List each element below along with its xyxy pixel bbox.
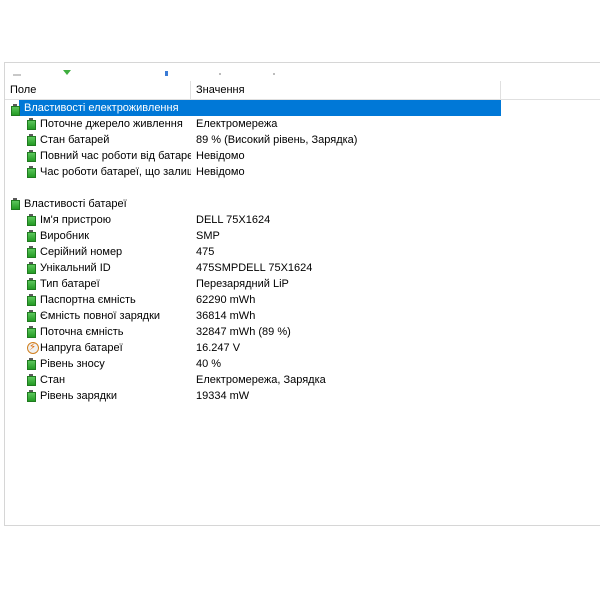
field-cell: Час роботи батареї, що залиш... [5,164,191,180]
field-cell: Рівень зносу [5,356,191,372]
value-cell: 62290 mWh [196,294,256,306]
field-cell: Серійний номер [5,244,191,260]
value-cell: Невідомо [196,150,245,162]
toolbar-dot [219,73,221,75]
field-cell: Стан батарей [5,132,191,148]
property-row[interactable]: Унікальний ID 475SMPDELL 75X1624 [5,260,600,276]
field-label: Серійний номер [40,246,123,258]
section-header-cell: Властивості батареї [5,196,191,212]
field-label: Унікальний ID [40,262,111,274]
property-row[interactable]: Серійний номер 475 [5,244,600,260]
section-header[interactable]: Властивості електроживлення [5,100,600,116]
battery-icon [27,278,36,290]
field-label: Рівень зносу [40,358,105,370]
field-label: Поточна ємність [40,326,124,338]
value-cell: 19334 mW [196,390,250,402]
column-header: Поле Значення [5,81,600,100]
property-row[interactable]: Тип батареї Перезарядний LiP [5,276,600,292]
value-cell: 32847 mWh (89 %) [196,326,291,338]
property-row[interactable]: Повний час роботи від батареї Невідомо [5,148,600,164]
field-cell: Тип батареї [5,276,191,292]
toolbar-strip [5,63,600,81]
battery-icon [27,262,36,274]
value-cell: Невідомо [196,166,245,178]
property-row[interactable]: Паспортна ємність 62290 mWh [5,292,600,308]
value-cell: Електромережа [196,118,278,130]
value-cell: 89 % (Високий рівень, Зарядка) [196,134,358,146]
property-row[interactable]: Рівень зносу 40 % [5,356,600,372]
value-cell: 475 [196,246,215,258]
blue-marker-icon[interactable] [165,71,168,76]
field-cell: Стан [5,372,191,388]
battery-icon [27,166,36,178]
field-cell: Виробник [5,228,191,244]
value-cell: 16.247 V [196,342,241,354]
battery-icon [27,118,36,130]
property-row[interactable]: Поточна ємність 32847 mWh (89 %) [5,324,600,340]
battery-icon [27,326,36,338]
field-label: Виробник [40,230,90,242]
field-label: Тип батареї [40,278,100,290]
value-cell: Електромережа, Зарядка [196,374,326,386]
value-cell: Перезарядний LiP [196,278,289,290]
field-label: Час роботи батареї, що залиш... [40,166,191,178]
property-row[interactable]: Стан Електромережа, Зарядка [5,372,600,388]
value-cell: 40 % [196,358,222,370]
field-cell: Паспортна ємність [5,292,191,308]
property-row[interactable]: Ємність повної зарядки 36814 mWh [5,308,600,324]
property-row[interactable]: Напруга батареї 16.247 V [5,340,600,356]
battery-icon [27,214,36,226]
voltage-icon [27,340,39,356]
field-cell: Напруга батареї [5,340,191,356]
battery-icon [11,198,20,210]
section-header[interactable]: Властивості батареї [5,196,600,212]
section-title: Властивості електроживлення [24,102,179,114]
column-header-value[interactable]: Значення [191,81,501,99]
field-label: Ємність повної зарядки [40,310,161,322]
value-cell: SMP [196,230,220,242]
battery-icon [27,358,36,370]
battery-icon [27,390,36,402]
property-row[interactable]: Виробник SMP [5,228,600,244]
field-label: Ім'я пристрою [40,214,111,226]
property-row[interactable]: Поточне джерело живлення Електромережа [5,116,600,132]
field-cell: Рівень зарядки [5,388,191,404]
property-rows: Властивості електроживлення Поточне джере… [5,100,600,404]
field-cell: Повний час роботи від батареї [5,148,191,164]
value-cell: DELL 75X1624 [196,214,271,226]
section-header-cell: Властивості електроживлення [5,100,191,116]
battery-icon [27,310,36,322]
field-cell: Ім'я пристрою [5,212,191,228]
battery-icon [27,246,36,258]
toolbar-dot [273,73,275,75]
field-label: Стан батарей [40,134,110,146]
value-cell: 475SMPDELL 75X1624 [196,262,313,274]
field-label: Паспортна ємність [40,294,136,306]
property-row[interactable]: Час роботи батареї, що залиш... Невідомо [5,164,600,180]
battery-icon [27,230,36,242]
section-title: Властивості батареї [24,198,127,210]
property-row[interactable]: Рівень зарядки 19334 mW [5,388,600,404]
battery-icon [27,134,36,146]
battery-icon [27,150,36,162]
battery-icon [27,374,36,386]
field-cell: Унікальний ID [5,260,191,276]
battery-icon [27,294,36,306]
field-label: Рівень зарядки [40,390,117,402]
field-cell: Поточна ємність [5,324,191,340]
spacer-row [5,180,600,196]
field-label: Стан [40,374,66,386]
toolbar-edge-mark [13,74,21,76]
property-row[interactable]: Ім'я пристрою DELL 75X1624 [5,212,600,228]
field-label: Напруга батареї [40,342,123,354]
value-cell: 36814 mWh [196,310,256,322]
property-list-panel: Поле Значення Властивості електроживленн… [4,62,600,526]
green-arrow-icon[interactable] [63,70,71,75]
field-label: Повний час роботи від батареї [40,150,191,162]
column-header-field[interactable]: Поле [5,81,191,99]
property-row[interactable]: Стан батарей 89 % (Високий рівень, Зарядк… [5,132,600,148]
field-cell: Поточне джерело живлення [5,116,191,132]
field-label: Поточне джерело живлення [40,118,183,130]
field-cell: Ємність повної зарядки [5,308,191,324]
